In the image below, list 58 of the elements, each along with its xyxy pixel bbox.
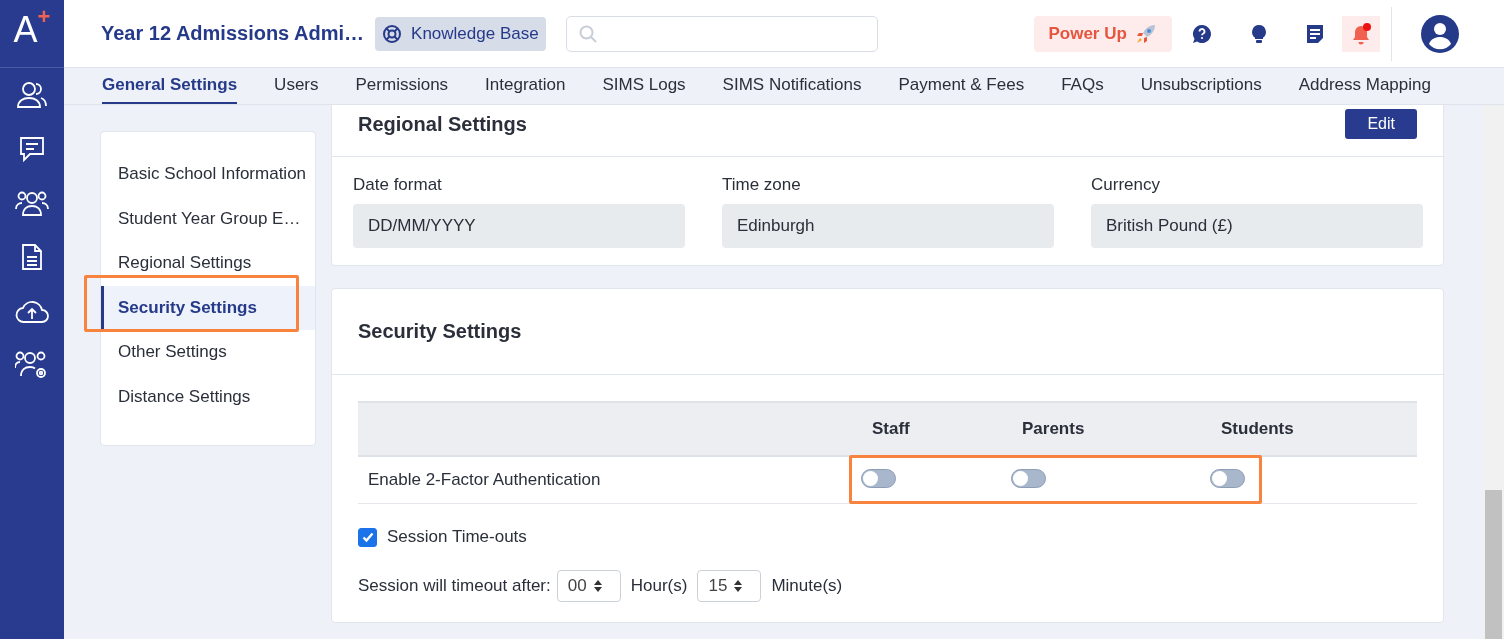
toggle-switch[interactable] [1210,468,1245,488]
tab[interactable]: Users [274,68,319,104]
search-field[interactable] [565,15,878,52]
field-label: Date format [353,175,443,195]
checkbox[interactable] [358,527,377,547]
settings-nav-item[interactable]: Security Settings [101,285,315,330]
toggle-switch[interactable] [861,468,896,488]
settings-nav-item[interactable]: Basic School Information [101,152,315,197]
settings-nav-item[interactable]: Distance Settings [101,374,315,419]
rocket-icon [1134,22,1157,45]
column-header: Students [1220,419,1295,439]
readonly-field[interactable]: British Pound (£) [1091,204,1423,248]
settings-nav-item[interactable]: Student Year Group E… [101,196,315,241]
checkbox-label: Session Time-outs [387,527,527,547]
lifebuoy-icon [382,23,403,44]
card-title: Security Settings [358,320,522,343]
spinner-arrows-icon [733,579,744,593]
edit-button[interactable]: Edit [1345,109,1417,139]
settings-nav-item[interactable]: Regional Settings [101,241,315,286]
column-header: Staff [871,419,911,439]
tab[interactable]: SIMS Notifications [722,68,862,104]
tab[interactable]: Address Mapping [1298,68,1431,104]
readonly-field[interactable]: DD/MM/YYYY [353,204,685,248]
toggle-switch[interactable] [1011,468,1046,488]
tab[interactable]: Payment & Fees [898,68,1025,104]
tab[interactable]: General Settings [102,68,238,104]
table-cell-text: Enable 2-Factor Authentication [367,470,602,490]
search-icon [578,24,597,43]
hours-spinner[interactable]: 00 [556,570,621,602]
field-label: Currency [1091,175,1161,195]
tab[interactable]: Permissions [355,68,449,104]
people-icon[interactable] [16,80,48,109]
field-label: Time zone [722,175,802,195]
unit-label: Minute(s) [771,576,843,596]
app-title: Year 12 Admissions Admi… [101,22,365,45]
lightbulb-icon[interactable] [1249,23,1268,44]
scrollbar-thumb[interactable] [1485,490,1502,639]
settings-nav-item[interactable]: Other Settings [101,330,315,375]
group-settings-icon[interactable] [15,349,49,380]
document-icon[interactable] [21,242,43,271]
minutes-spinner[interactable]: 15 [697,570,762,602]
knowledge-base-button[interactable]: Knowledge Base [375,16,546,51]
card-title: Regional Settings [358,112,527,136]
tab[interactable]: Unsubscriptions [1140,68,1262,104]
timeout-label: Session will timeout after: [358,576,551,596]
notifications-button[interactable] [1341,15,1380,52]
notes-icon[interactable] [1305,23,1324,44]
tab[interactable]: SIMS Logs [602,68,686,104]
chat-icon[interactable] [18,134,46,163]
avatar-icon[interactable] [1420,14,1459,53]
readonly-field[interactable]: Edinburgh [722,204,1054,248]
tab[interactable]: Integration [485,68,566,104]
unit-label: Hour(s) [630,576,688,596]
help-icon[interactable] [1191,23,1212,44]
scrollbar[interactable] [1483,105,1504,639]
tab[interactable]: FAQs [1061,68,1104,104]
column-header: Parents [1021,419,1086,439]
spinner-arrows-icon [592,579,603,593]
